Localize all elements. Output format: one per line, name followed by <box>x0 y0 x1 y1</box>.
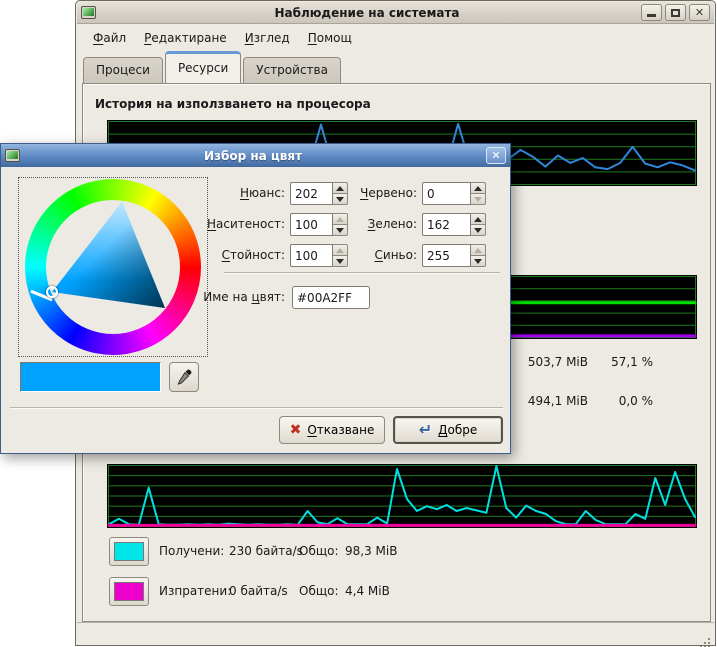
dialog-app-icon <box>5 149 20 162</box>
red-spinbox <box>422 182 486 205</box>
cancel-x-icon: ✖ <box>290 423 302 437</box>
blue-spinbox <box>422 244 486 267</box>
maximize-icon <box>671 9 680 17</box>
swap-used-percent: 0,0 % <box>583 394 653 408</box>
value-input[interactable] <box>290 244 333 267</box>
arrow-down-icon <box>474 259 482 264</box>
arrow-up-icon <box>474 217 482 222</box>
color-name-input[interactable] <box>292 286 370 309</box>
minimize-icon <box>647 14 656 17</box>
action-area-separator <box>10 407 503 409</box>
color-selection-marker[interactable] <box>46 286 58 298</box>
eyedropper-icon <box>175 368 193 386</box>
green-decrement-button[interactable] <box>471 224 486 236</box>
color-name-label: Име на цвят: <box>162 286 285 309</box>
dialog-titlebar[interactable]: Избор на цвят ✕ <box>1 144 510 167</box>
selected-color-preview <box>20 362 161 392</box>
sent-total-label: Общо: <box>299 577 339 606</box>
red-increment-button[interactable] <box>471 182 486 193</box>
main-window-title: Наблюдение на системата <box>96 6 638 20</box>
menu-file[interactable]: Файл <box>85 28 134 48</box>
notebook-tabs: Процеси Ресурси Устройства <box>83 51 343 83</box>
dialog-close-icon: ✕ <box>491 149 500 162</box>
received-color-swatch <box>114 542 144 561</box>
blue-increment-button[interactable] <box>471 244 486 255</box>
blue-label: Синьо: <box>332 244 417 267</box>
menu-view[interactable]: Изглед <box>237 28 298 48</box>
saturation-input[interactable] <box>290 213 333 236</box>
ok-button[interactable]: ↵ Добре <box>393 416 503 444</box>
cpu-history-heading: История на използването на процесора <box>95 97 371 111</box>
blue-decrement-button[interactable] <box>471 255 486 267</box>
sent-label: Изпратени: <box>159 577 231 606</box>
statusbar <box>77 622 714 644</box>
tab-processes[interactable]: Процеси <box>83 57 163 83</box>
ok-enter-icon: ↵ <box>419 422 432 438</box>
green-spinbox <box>422 213 486 236</box>
received-rate: 230 байта/s <box>229 537 303 566</box>
minimize-button[interactable] <box>641 4 662 21</box>
arrow-up-icon <box>474 186 482 191</box>
ok-button-label: Добре <box>438 423 477 437</box>
green-input[interactable] <box>422 213 471 236</box>
blue-input[interactable] <box>422 244 471 267</box>
menubar: Файл Редактиране Изглед Помощ <box>77 25 714 50</box>
hue-input[interactable] <box>290 182 333 205</box>
sent-rate: 0 байта/s <box>229 577 288 606</box>
menu-help[interactable]: Помощ <box>300 28 360 48</box>
red-decrement-button[interactable] <box>471 193 486 205</box>
memory-used-percent: 57,1 % <box>583 355 653 369</box>
red-input[interactable] <box>422 182 471 205</box>
arrow-up-icon <box>474 248 482 253</box>
tab-devices[interactable]: Устройства <box>243 57 341 83</box>
dialog-body: Нюанс: Наситеност: Стойност: Черв <box>2 167 509 452</box>
sent-total: 4,4 MiB <box>345 577 390 606</box>
received-color-button[interactable] <box>109 537 149 566</box>
dialog-title: Избор на цвят <box>20 149 486 163</box>
close-icon: ✕ <box>695 6 704 19</box>
main-titlebar[interactable]: Наблюдение на системата ✕ <box>77 2 714 24</box>
close-button[interactable]: ✕ <box>689 4 710 21</box>
tab-resources[interactable]: Ресурси <box>165 51 241 83</box>
received-label: Получени: <box>159 537 224 566</box>
arrow-down-icon <box>474 228 482 233</box>
value-label: Стойност: <box>162 244 285 267</box>
fields-separator <box>224 272 500 274</box>
maximize-button[interactable] <box>665 4 686 21</box>
color-picker-dialog: Избор на цвят ✕ Нюанс: Наситеност: <box>0 143 511 454</box>
sent-color-button[interactable] <box>109 577 149 606</box>
system-monitor-app-icon <box>81 6 96 19</box>
cancel-button-label: Отказване <box>307 423 374 437</box>
cancel-button[interactable]: ✖ Отказване <box>279 416 385 444</box>
resize-grip[interactable] <box>708 638 710 640</box>
received-total: 98,3 MiB <box>345 537 397 566</box>
eyedropper-button[interactable] <box>169 362 199 392</box>
received-total-label: Общо: <box>299 537 339 566</box>
red-label: Червено: <box>332 182 417 205</box>
network-history-chart <box>107 464 697 528</box>
saturation-label: Наситеност: <box>162 213 285 236</box>
dialog-close-button[interactable]: ✕ <box>486 147 506 164</box>
arrow-down-icon <box>474 197 482 202</box>
green-label: Зелено: <box>332 213 417 236</box>
green-increment-button[interactable] <box>471 213 486 224</box>
hue-label: Нюанс: <box>162 182 285 205</box>
menu-edit[interactable]: Редактиране <box>136 28 235 48</box>
sent-color-swatch <box>114 582 144 601</box>
